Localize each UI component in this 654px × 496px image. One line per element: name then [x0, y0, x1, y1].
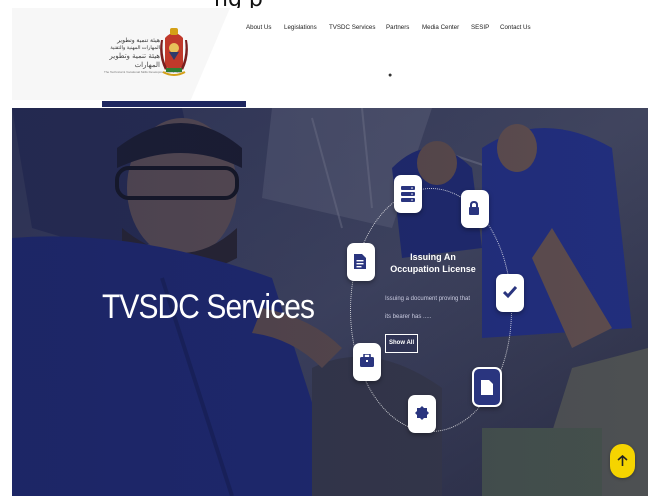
logo-arabic-line2: المهارات المهنية والتقنية [110, 45, 160, 51]
logo-area[interactable]: هيئة تنمية وتطوير المهارات المهنية والتق… [12, 8, 230, 100]
document-icon [481, 380, 493, 395]
nav-about-us[interactable]: About Us [246, 24, 271, 31]
service-card-2[interactable] [461, 190, 489, 228]
nav-legislations[interactable]: Legislations [284, 24, 317, 31]
service-desc-line2: its bearer has ..... [385, 314, 432, 320]
service-desc-line1: Issuing a document proving that [385, 296, 471, 302]
service-card-5[interactable] [408, 395, 436, 433]
service-card-7[interactable] [347, 243, 375, 281]
checkmark-icon [503, 286, 517, 299]
arrow-up-icon [617, 455, 628, 466]
service-card-4-active[interactable] [472, 367, 502, 407]
service-card-1[interactable] [394, 175, 422, 213]
site-header: هيئة تنمية وتطوير المهارات المهنية والتق… [12, 8, 648, 100]
jordan-emblem-icon [160, 28, 188, 76]
lock-icon [469, 201, 479, 215]
active-nav-indicator [102, 101, 246, 107]
nav-media-center[interactable]: Media Center [422, 24, 459, 31]
service-card-6[interactable] [353, 343, 381, 381]
file-text-icon [354, 254, 366, 269]
server-icon [401, 186, 415, 202]
logo-english: The Technical & Vocational Skills Develo… [104, 70, 184, 74]
nav-sesip[interactable]: SESIP [471, 24, 489, 31]
scroll-to-top-button[interactable] [610, 444, 635, 478]
logo-arabic-calligraphy: هيئة تنمية وتطوير المهارات [109, 52, 160, 69]
service-description: Issuing a document proving that its bear… [385, 290, 485, 326]
logo-text: هيئة تنمية وتطوير المهارات المهنية والتق… [104, 38, 184, 75]
clipped-heading: ng p [214, 0, 263, 8]
search-icon[interactable]: ● [388, 72, 392, 79]
briefcase-icon [360, 354, 374, 367]
logo-arabic-line1: هيئة تنمية وتطوير [117, 38, 160, 44]
hero-section: TVSDC Services Issuing An Occupation Lic… [12, 108, 648, 496]
top-clipped-text: ng p [0, 0, 654, 8]
service-card-3[interactable] [496, 274, 524, 312]
nav-tvsdc-services[interactable]: TVSDC Services [329, 24, 375, 31]
show-all-button[interactable]: Show All [385, 334, 419, 353]
badge-icon [415, 406, 429, 420]
service-title: Issuing An Occupation License [390, 252, 476, 274]
nav-contact-us[interactable]: Contact Us [500, 24, 531, 31]
hero-title: TVSDC Services [102, 288, 315, 326]
nav-partners[interactable]: Partners [386, 24, 409, 31]
